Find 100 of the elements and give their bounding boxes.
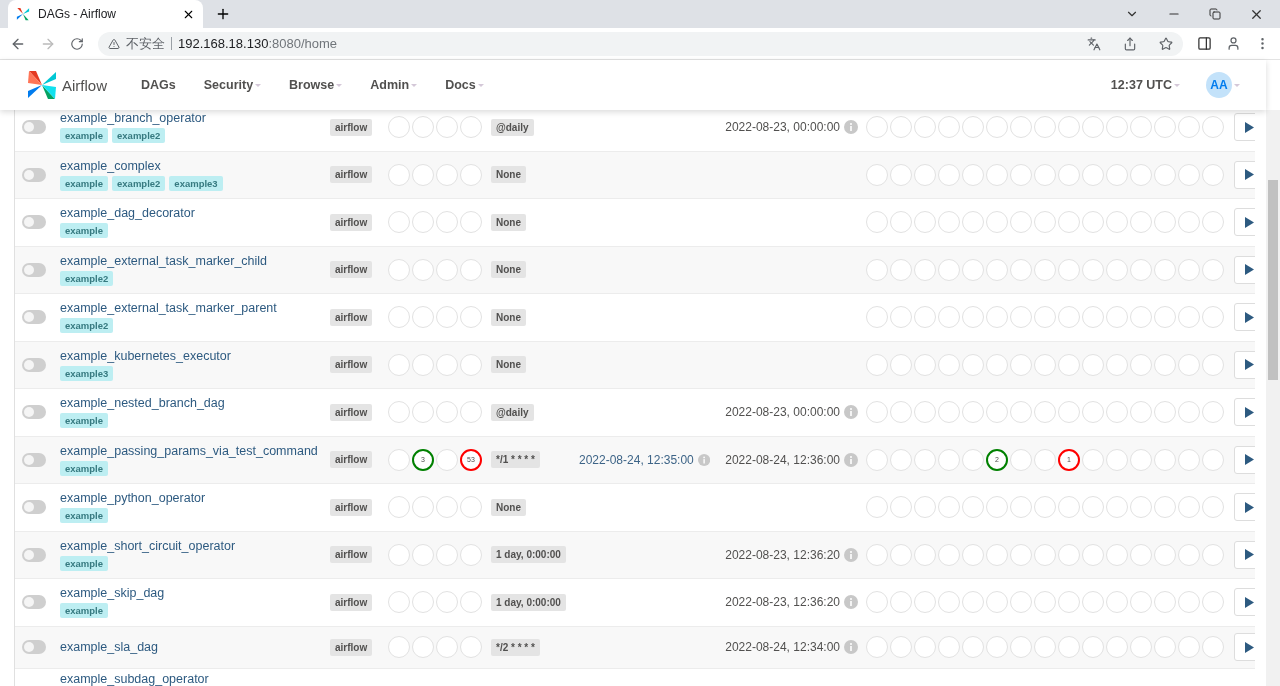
task-status-circle[interactable] — [890, 163, 912, 186]
task-status-circle[interactable] — [890, 306, 912, 329]
task-status-circle[interactable] — [938, 258, 960, 281]
task-status-circle[interactable] — [1034, 211, 1056, 234]
task-status-circle[interactable] — [938, 496, 960, 519]
task-status-circle[interactable] — [1202, 401, 1224, 424]
run-status-circle[interactable] — [436, 496, 458, 519]
task-status-circle[interactable] — [890, 448, 912, 471]
dag-name-link[interactable]: example_kubernetes_executor — [60, 348, 330, 363]
task-status-circle[interactable] — [1130, 258, 1152, 281]
share-icon[interactable] — [1123, 36, 1137, 51]
task-status-circle[interactable] — [938, 448, 960, 471]
task-status-circle[interactable] — [866, 636, 888, 658]
run-status-circle[interactable] — [412, 116, 434, 139]
run-status-circle[interactable] — [436, 636, 458, 658]
task-status-circle[interactable] — [1154, 258, 1176, 281]
task-status-circle[interactable] — [1154, 401, 1176, 424]
task-status-circle[interactable] — [1178, 258, 1200, 281]
profile-icon[interactable] — [1226, 36, 1241, 51]
task-status-circle[interactable] — [1202, 306, 1224, 329]
task-status-circle[interactable] — [1010, 306, 1032, 329]
dag-name-link[interactable]: example_subdag_operator — [60, 671, 209, 686]
task-status-circle[interactable] — [914, 116, 936, 139]
task-status-circle[interactable] — [1130, 591, 1152, 614]
task-status-circle[interactable] — [914, 401, 936, 424]
brand-name[interactable]: Airflow — [62, 76, 107, 94]
task-status-circle[interactable] — [890, 116, 912, 139]
pause-toggle[interactable] — [22, 357, 46, 372]
trigger-dag-button[interactable] — [1234, 633, 1255, 661]
task-status-circle[interactable] — [986, 496, 1008, 519]
task-status-circle[interactable] — [866, 401, 888, 424]
task-status-circle[interactable] — [1034, 543, 1056, 566]
pause-toggle[interactable] — [22, 120, 46, 135]
task-status-circle[interactable] — [962, 116, 984, 139]
task-status-circle[interactable] — [1178, 306, 1200, 329]
run-status-circle[interactable] — [388, 448, 410, 471]
dag-tag[interactable]: example — [60, 460, 109, 476]
restore-icon[interactable] — [1209, 8, 1221, 20]
task-status-circle[interactable] — [1082, 401, 1104, 424]
run-status-circle[interactable] — [388, 401, 410, 424]
task-status-circle[interactable] — [1130, 211, 1152, 234]
task-status-circle[interactable] — [1010, 591, 1032, 614]
task-status-circle[interactable] — [1154, 163, 1176, 186]
nav-menu-item[interactable]: Admin — [370, 78, 418, 92]
task-status-circle[interactable] — [890, 543, 912, 566]
dag-tag[interactable]: example — [60, 508, 109, 524]
run-status-circle[interactable] — [412, 591, 434, 614]
task-status-circle[interactable] — [1034, 448, 1056, 471]
task-status-circle[interactable] — [1082, 306, 1104, 329]
run-status-circle[interactable] — [388, 258, 410, 281]
info-icon[interactable] — [844, 405, 858, 420]
run-status-circle[interactable] — [412, 543, 434, 566]
run-status-circle[interactable] — [436, 306, 458, 329]
task-status-circle[interactable] — [1058, 496, 1080, 519]
trigger-dag-button[interactable] — [1234, 255, 1255, 284]
task-status-circle[interactable] — [1106, 211, 1128, 234]
dag-name-link[interactable]: example_dag_decorator — [60, 206, 330, 221]
task-status-circle[interactable] — [866, 163, 888, 186]
task-status-circle[interactable] — [1154, 591, 1176, 614]
task-status-circle[interactable] — [1154, 543, 1176, 566]
run-status-circle[interactable] — [388, 306, 410, 329]
task-status-circle[interactable] — [1178, 353, 1200, 376]
task-status-circle[interactable] — [1034, 163, 1056, 186]
task-status-circle[interactable] — [1178, 543, 1200, 566]
task-status-circle[interactable] — [1154, 116, 1176, 139]
side-panel-icon[interactable] — [1197, 36, 1212, 51]
task-status-circle[interactable] — [1058, 636, 1080, 658]
task-status-circle[interactable] — [962, 163, 984, 186]
trigger-dag-button[interactable] — [1234, 445, 1255, 474]
task-status-circle[interactable] — [1154, 636, 1176, 658]
task-status-circle[interactable] — [1130, 636, 1152, 658]
run-status-circle[interactable] — [460, 116, 482, 139]
task-status-circle[interactable] — [1082, 543, 1104, 566]
dag-tag[interactable]: example — [60, 413, 109, 429]
trigger-dag-button[interactable] — [1234, 493, 1255, 522]
task-status-circle[interactable] — [1058, 163, 1080, 186]
task-status-circle[interactable] — [1082, 258, 1104, 281]
dag-name-link[interactable]: example_external_task_marker_parent — [60, 301, 330, 316]
task-status-circle[interactable] — [1202, 591, 1224, 614]
task-status-circle[interactable] — [1202, 116, 1224, 139]
run-status-circle[interactable] — [388, 163, 410, 186]
task-status-circle[interactable] — [962, 306, 984, 329]
task-status-circle[interactable] — [1034, 116, 1056, 139]
dag-tag[interactable]: example — [60, 128, 109, 144]
dag-tag[interactable]: example — [60, 175, 109, 191]
dag-name-link[interactable]: example_nested_branch_dag — [60, 396, 330, 411]
dag-name-link[interactable]: example_skip_dag — [60, 586, 330, 601]
reload-icon[interactable] — [70, 36, 84, 51]
task-status-circle[interactable] — [1202, 448, 1224, 471]
task-status-circle[interactable] — [938, 401, 960, 424]
task-status-circle[interactable] — [1130, 448, 1152, 471]
run-status-circle[interactable] — [460, 211, 482, 234]
run-status-circle[interactable] — [460, 591, 482, 614]
pause-toggle[interactable] — [22, 405, 46, 420]
trigger-dag-button[interactable] — [1234, 303, 1255, 332]
run-status-circle[interactable] — [412, 163, 434, 186]
task-status-circle[interactable] — [962, 211, 984, 234]
task-status-circle[interactable] — [938, 353, 960, 376]
run-status-circle[interactable] — [388, 543, 410, 566]
task-status-circle[interactable] — [1202, 163, 1224, 186]
